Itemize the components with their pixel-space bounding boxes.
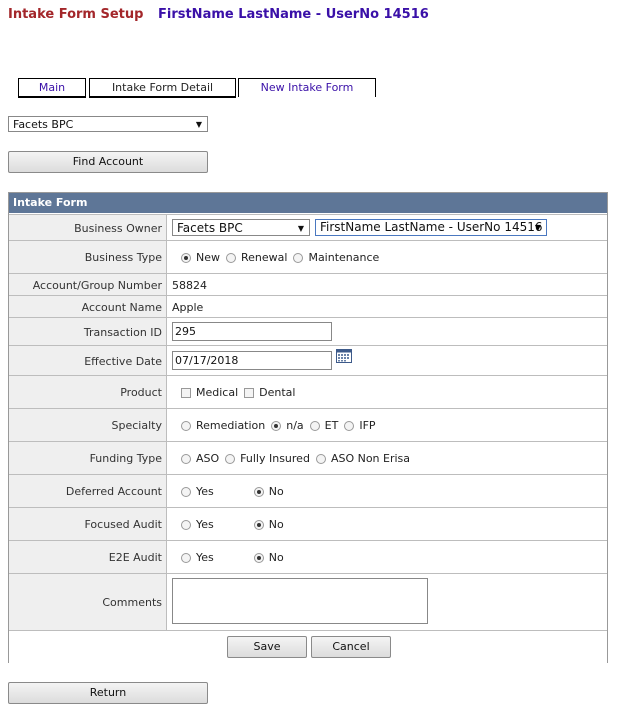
deferred-yes-radio[interactable] (181, 486, 191, 497)
e2e-yes-radio[interactable] (181, 552, 191, 563)
find-account-button[interactable]: Find Account (8, 151, 208, 173)
account-name-label: Account Name (9, 296, 167, 318)
specialty-remediation-radio[interactable] (181, 420, 191, 431)
tab-new-intake-form[interactable]: New Intake Form (238, 78, 376, 97)
product-medical-checkbox[interactable] (181, 387, 191, 398)
funding-aso-non-erisa-radio[interactable] (315, 453, 326, 464)
chevron-down-icon: ▼ (195, 120, 202, 129)
product-dental-label: Dental (259, 386, 296, 399)
specialty-na-radio[interactable] (271, 420, 282, 431)
funding-aso-radio[interactable] (181, 453, 191, 464)
row-business-type: Business Type New Renewal Maintenance (9, 240, 607, 274)
e2e-no-radio[interactable] (253, 552, 264, 563)
row-business-owner: Business Owner Facets BPC ▼ FirstName La… (9, 214, 607, 241)
specialty-et-label: ET (324, 419, 339, 432)
row-funding-type: Funding Type ASO Fully Insured ASO Non E… (9, 441, 607, 475)
row-account-name: Account Name Apple (9, 295, 607, 318)
product-label: Product (9, 376, 167, 409)
e2e-audit-label: E2E Audit (9, 541, 167, 574)
account-name-value: Apple (172, 300, 204, 314)
specialty-label: Specialty (9, 409, 167, 442)
product-dental-checkbox[interactable] (244, 387, 255, 398)
intake-form-panel: Intake Form Business Owner Facets BPC ▼ … (8, 192, 608, 663)
account-group-number-label: Account/Group Number (9, 274, 167, 296)
business-select-value: Facets BPC (13, 118, 74, 131)
business-type-maintenance-radio[interactable] (293, 252, 304, 263)
save-button[interactable]: Save (227, 636, 307, 658)
business-owner-select[interactable]: Facets BPC ▼ (172, 219, 310, 236)
deferred-yes-label: Yes (196, 485, 214, 498)
tab-main[interactable]: Main (18, 78, 86, 98)
row-account-group-number: Account/Group Number 58824 (9, 273, 607, 296)
chevron-down-icon: ▼ (534, 223, 541, 232)
business-type-renewal-radio[interactable] (226, 252, 236, 263)
deferred-no-radio[interactable] (253, 486, 264, 497)
row-transaction-id: Transaction ID 295 (9, 317, 607, 346)
return-button[interactable]: Return (8, 682, 208, 704)
effective-date-input[interactable]: 07/17/2018 (172, 351, 332, 370)
calendar-icon[interactable] (336, 349, 352, 363)
business-owner-user-value: FirstName LastName - UserNo 14516 (320, 220, 543, 234)
deferred-account-label: Deferred Account (9, 475, 167, 508)
focused-yes-radio[interactable] (181, 519, 191, 530)
deferred-no-label: No (268, 485, 284, 498)
specialty-ifp-radio[interactable] (344, 420, 355, 431)
business-type-new-label: New (196, 251, 220, 264)
funding-aso-label: ASO (196, 452, 220, 465)
business-type-new-radio[interactable] (181, 252, 191, 263)
row-product: Product Medical Dental (9, 375, 607, 409)
funding-fully-insured-radio[interactable] (225, 453, 236, 464)
e2e-no-label: No (268, 551, 284, 564)
focused-yes-label: Yes (196, 518, 214, 531)
transaction-id-label: Transaction ID (9, 318, 167, 346)
business-owner-user-select[interactable]: FirstName LastName - UserNo 14516 ▼ (315, 219, 547, 236)
row-deferred-account: Deferred Account Yes No (9, 474, 607, 508)
funding-aso-non-erisa-label: ASO Non Erisa (330, 452, 411, 465)
specialty-et-radio[interactable] (309, 420, 320, 431)
business-type-maintenance-label: Maintenance (308, 251, 380, 264)
row-comments: Comments (9, 573, 607, 631)
specialty-ifp-label: IFP (359, 419, 376, 432)
row-specialty: Specialty Remediation n/a ET IFP (9, 408, 607, 442)
row-form-actions: Save Cancel (9, 630, 607, 663)
business-type-renewal-label: Renewal (241, 251, 288, 264)
tab-intake-form-detail[interactable]: Intake Form Detail (89, 78, 236, 98)
row-effective-date: Effective Date 07/17/2018 (9, 345, 607, 376)
chevron-down-icon: ▼ (297, 224, 304, 233)
e2e-yes-label: Yes (196, 551, 214, 564)
focused-audit-label: Focused Audit (9, 508, 167, 541)
focused-no-label: No (268, 518, 284, 531)
comments-label: Comments (9, 574, 167, 631)
transaction-id-input[interactable]: 295 (172, 322, 332, 341)
row-focused-audit: Focused Audit Yes No (9, 507, 607, 541)
business-type-label: Business Type (9, 241, 167, 274)
focused-no-radio[interactable] (253, 519, 264, 530)
funding-type-label: Funding Type (9, 442, 167, 475)
business-select[interactable]: Facets BPC ▼ (8, 116, 208, 132)
business-owner-label: Business Owner (9, 215, 167, 241)
product-medical-label: Medical (196, 386, 239, 399)
effective-date-label: Effective Date (9, 346, 167, 376)
user-name: FirstName LastName - UserNo 14516 (157, 7, 429, 22)
page-title: Intake Form Setup (8, 7, 144, 22)
specialty-remediation-label: Remediation (196, 419, 266, 432)
cancel-button[interactable]: Cancel (311, 636, 391, 658)
funding-fully-insured-label: Fully Insured (240, 452, 310, 465)
comments-textarea[interactable] (172, 578, 428, 624)
specialty-na-label: n/a (286, 419, 304, 432)
page-header: Intake Form Setup FirstName LastName - U… (8, 7, 429, 22)
account-group-number-value: 58824 (172, 278, 207, 292)
form-title: Intake Form (9, 193, 607, 213)
row-e2e-audit: E2E Audit Yes No (9, 540, 607, 574)
business-owner-select-value: Facets BPC (177, 221, 243, 235)
